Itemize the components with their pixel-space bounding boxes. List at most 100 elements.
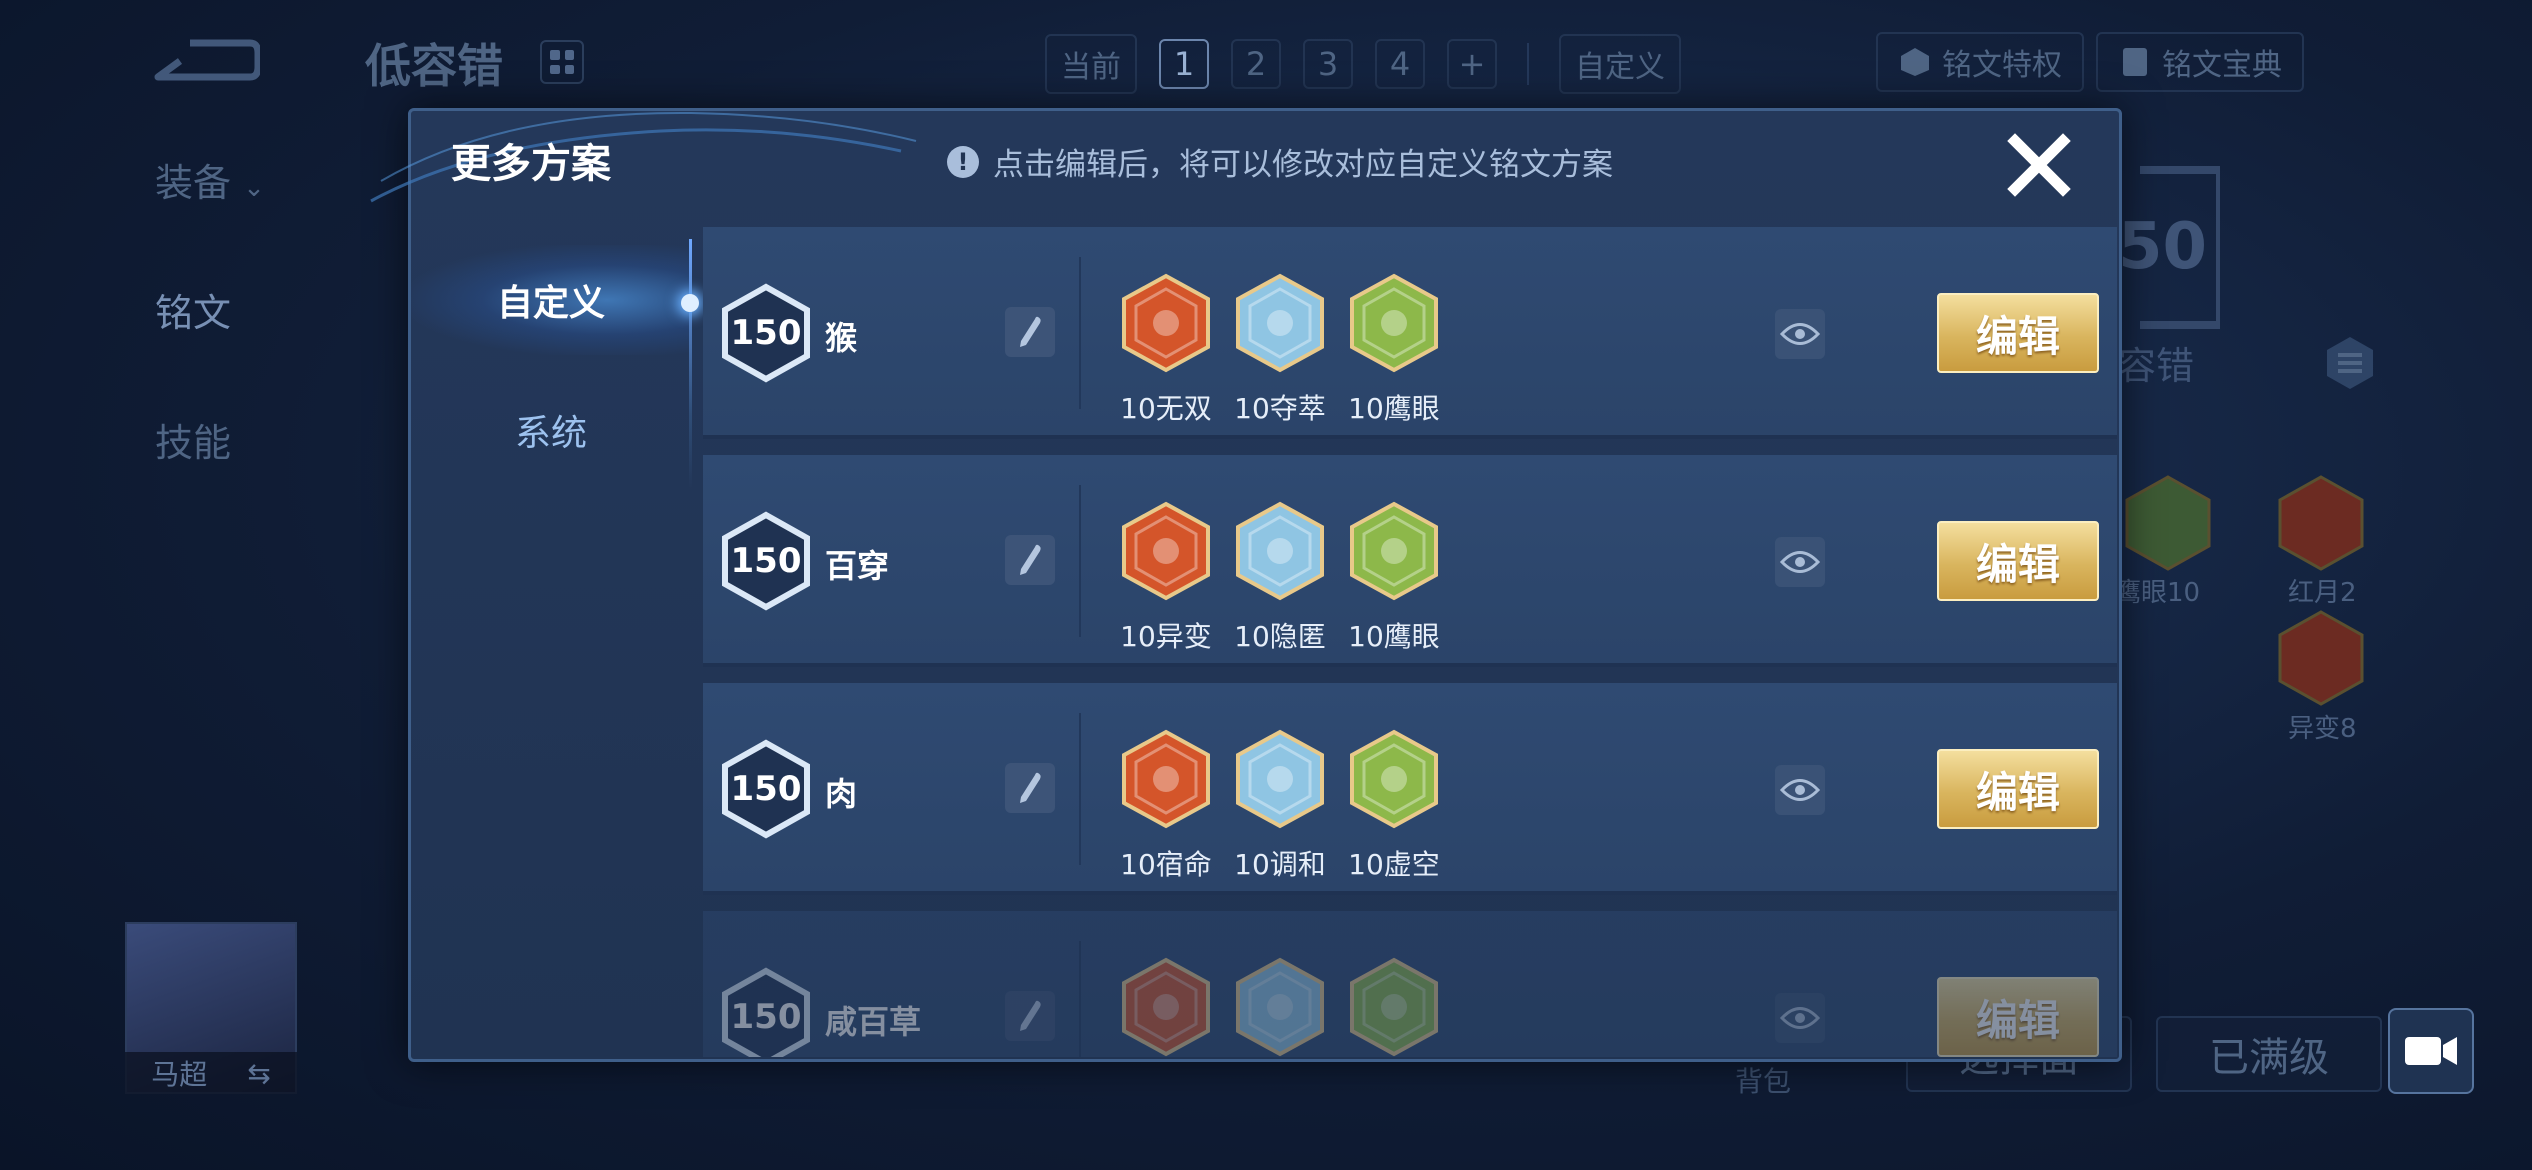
close-button[interactable] bbox=[1999, 125, 2079, 205]
backpack-label: 背包 bbox=[1735, 1065, 1792, 1098]
rune-label: 10宿命 bbox=[1120, 848, 1212, 881]
rune-gem-icon[interactable] bbox=[1349, 729, 1439, 829]
rune-label: 红月2 bbox=[2288, 578, 2357, 608]
current-label: 当前 bbox=[1045, 34, 1137, 94]
rune-label: 10虚空 bbox=[1348, 848, 1440, 881]
swap-icon: ⇆ bbox=[247, 1056, 271, 1090]
plan-name: 咸百草 bbox=[825, 1003, 922, 1041]
pencil-icon bbox=[1020, 1000, 1041, 1031]
edit-button[interactable]: 编辑 bbox=[1937, 749, 2099, 829]
edit-notice: ! 点击编辑后，将可以修改对应自定义铭文方案 bbox=[947, 139, 1613, 184]
plan-row: 150 猴 10无双 10夺萃 10鹰眼 编辑 bbox=[703, 227, 2117, 439]
close-icon bbox=[2007, 133, 2071, 197]
rune-label: 10鹰眼 bbox=[1348, 392, 1440, 425]
page-tab-4[interactable]: 4 bbox=[1375, 39, 1425, 89]
header-ornament bbox=[370, 111, 917, 203]
preview-button[interactable] bbox=[1775, 765, 1825, 815]
preview-button[interactable] bbox=[1775, 309, 1825, 359]
plan-list[interactable]: 150 猴 10无双 10夺萃 10鹰眼 编辑 150 百穿 10异变 10隐匿 1 bbox=[703, 227, 2117, 1057]
nav-item-skills[interactable]: 技能 bbox=[155, 410, 265, 540]
edit-button[interactable]: 编辑 bbox=[1937, 977, 2099, 1057]
panel-title: 容错 bbox=[2118, 344, 2195, 388]
preview-button[interactable] bbox=[1775, 537, 1825, 587]
rune-drop-icon[interactable] bbox=[1235, 729, 1325, 829]
rune-label: 异变8 bbox=[2288, 714, 2357, 744]
rune-leaf-icon[interactable] bbox=[1349, 501, 1439, 601]
panel-level: 50 bbox=[2118, 210, 2208, 284]
rune-icon bbox=[2125, 475, 2211, 571]
rune-label: 10无双 bbox=[1120, 392, 1212, 425]
nav-item-runes[interactable]: 铭文 bbox=[155, 280, 265, 410]
rune-leaf-icon[interactable] bbox=[1349, 957, 1439, 1057]
hero-name: 马超 bbox=[151, 1058, 208, 1091]
eye-icon bbox=[1780, 779, 1820, 801]
grid-icon[interactable] bbox=[540, 40, 584, 84]
active-indicator-dot bbox=[681, 294, 699, 312]
notice-text: 点击编辑后，将可以修改对应自定义铭文方案 bbox=[993, 147, 1613, 183]
nav-label: 装备 bbox=[155, 161, 232, 205]
rename-button[interactable] bbox=[1005, 307, 1055, 357]
plan-name: 肉 bbox=[825, 775, 858, 813]
maxed-button[interactable]: 已满级 bbox=[2156, 1016, 2382, 1092]
rune-arrow-icon[interactable] bbox=[1121, 501, 1211, 601]
back-arrow-icon[interactable] bbox=[150, 35, 260, 85]
rune-book-label: 铭文宝典 bbox=[2162, 48, 2282, 83]
plan-level: 150 bbox=[730, 541, 802, 581]
plan-name: 猴 bbox=[825, 319, 858, 357]
plan-level: 150 bbox=[730, 769, 802, 809]
rune-label: 10鹰眼 bbox=[1348, 620, 1440, 653]
video-camera-button[interactable] bbox=[2388, 1008, 2474, 1094]
eye-icon bbox=[1780, 1007, 1820, 1029]
rename-button[interactable] bbox=[1005, 991, 1055, 1041]
rune-label: 鹰眼10 bbox=[2115, 578, 2201, 608]
tab-custom[interactable]: 自定义 bbox=[411, 245, 691, 355]
privilege-label: 铭文特权 bbox=[1942, 48, 2062, 83]
rune-leaf-icon[interactable] bbox=[1349, 273, 1439, 373]
plan-name: 百穿 bbox=[825, 547, 890, 585]
video-camera-icon bbox=[2405, 1037, 2457, 1065]
category-sidebar: 自定义 系统 bbox=[411, 231, 691, 1051]
page-tab-3[interactable]: 3 bbox=[1303, 39, 1353, 89]
divider bbox=[1527, 43, 1529, 85]
rune-arrow-icon[interactable] bbox=[1121, 957, 1211, 1057]
nav-item-equipment[interactable]: 装备 ⌄ bbox=[155, 150, 265, 280]
rename-button[interactable] bbox=[1005, 763, 1055, 813]
pencil-icon bbox=[1020, 544, 1041, 575]
rune-label: 10隐匿 bbox=[1234, 620, 1326, 653]
dialog-title: 更多方案 bbox=[451, 141, 611, 187]
more-plans-dialog: 更多方案 ! 点击编辑后，将可以修改对应自定义铭文方案 自定义 系统 150 猴… bbox=[370, 108, 2122, 1062]
hero-name-bar[interactable]: 马超 ⇆ bbox=[125, 1052, 297, 1094]
list-icon[interactable] bbox=[2325, 335, 2375, 391]
rune-knot-icon[interactable] bbox=[1235, 273, 1325, 373]
page-tab-2[interactable]: 2 bbox=[1231, 39, 1281, 89]
rune-drop-icon[interactable] bbox=[1235, 501, 1325, 601]
plan-row: 150 咸百草 编辑 bbox=[703, 911, 2117, 1057]
plan-row: 150 肉 10宿命 10调和 10虚空 编辑 bbox=[703, 683, 2117, 895]
rune-drop-icon[interactable] bbox=[1235, 957, 1325, 1057]
preview-button[interactable] bbox=[1775, 993, 1825, 1043]
rune-label: 10异变 bbox=[1120, 620, 1212, 653]
rune-icon bbox=[2278, 610, 2364, 706]
pencil-icon bbox=[1020, 316, 1041, 347]
side-nav: 装备 ⌄ 铭文 技能 bbox=[155, 150, 265, 540]
rune-label: 10调和 bbox=[1234, 848, 1326, 881]
rename-button[interactable] bbox=[1005, 535, 1055, 585]
add-page-button[interactable]: + bbox=[1447, 39, 1497, 89]
row-divider bbox=[1079, 941, 1081, 1057]
edit-button[interactable]: 编辑 bbox=[1937, 521, 2099, 601]
rune-swirl-icon[interactable] bbox=[1121, 273, 1211, 373]
privilege-button[interactable]: 铭文特权 bbox=[1876, 32, 2084, 92]
rune-label: 10夺萃 bbox=[1234, 392, 1326, 425]
rune-flame-icon[interactable] bbox=[1121, 729, 1211, 829]
custom-button[interactable]: 自定义 bbox=[1559, 34, 1681, 94]
eye-icon bbox=[1780, 323, 1820, 345]
book-icon bbox=[2123, 48, 2147, 76]
row-divider bbox=[1079, 485, 1081, 637]
privilege-icon bbox=[1901, 48, 1929, 76]
hero-build-title: 低容错 bbox=[365, 39, 503, 93]
edit-button[interactable]: 编辑 bbox=[1937, 293, 2099, 373]
tab-system[interactable]: 系统 bbox=[411, 375, 691, 485]
category-rail bbox=[689, 239, 692, 489]
rune-book-button[interactable]: 铭文宝典 bbox=[2096, 32, 2304, 92]
page-tab-1[interactable]: 1 bbox=[1159, 39, 1209, 89]
